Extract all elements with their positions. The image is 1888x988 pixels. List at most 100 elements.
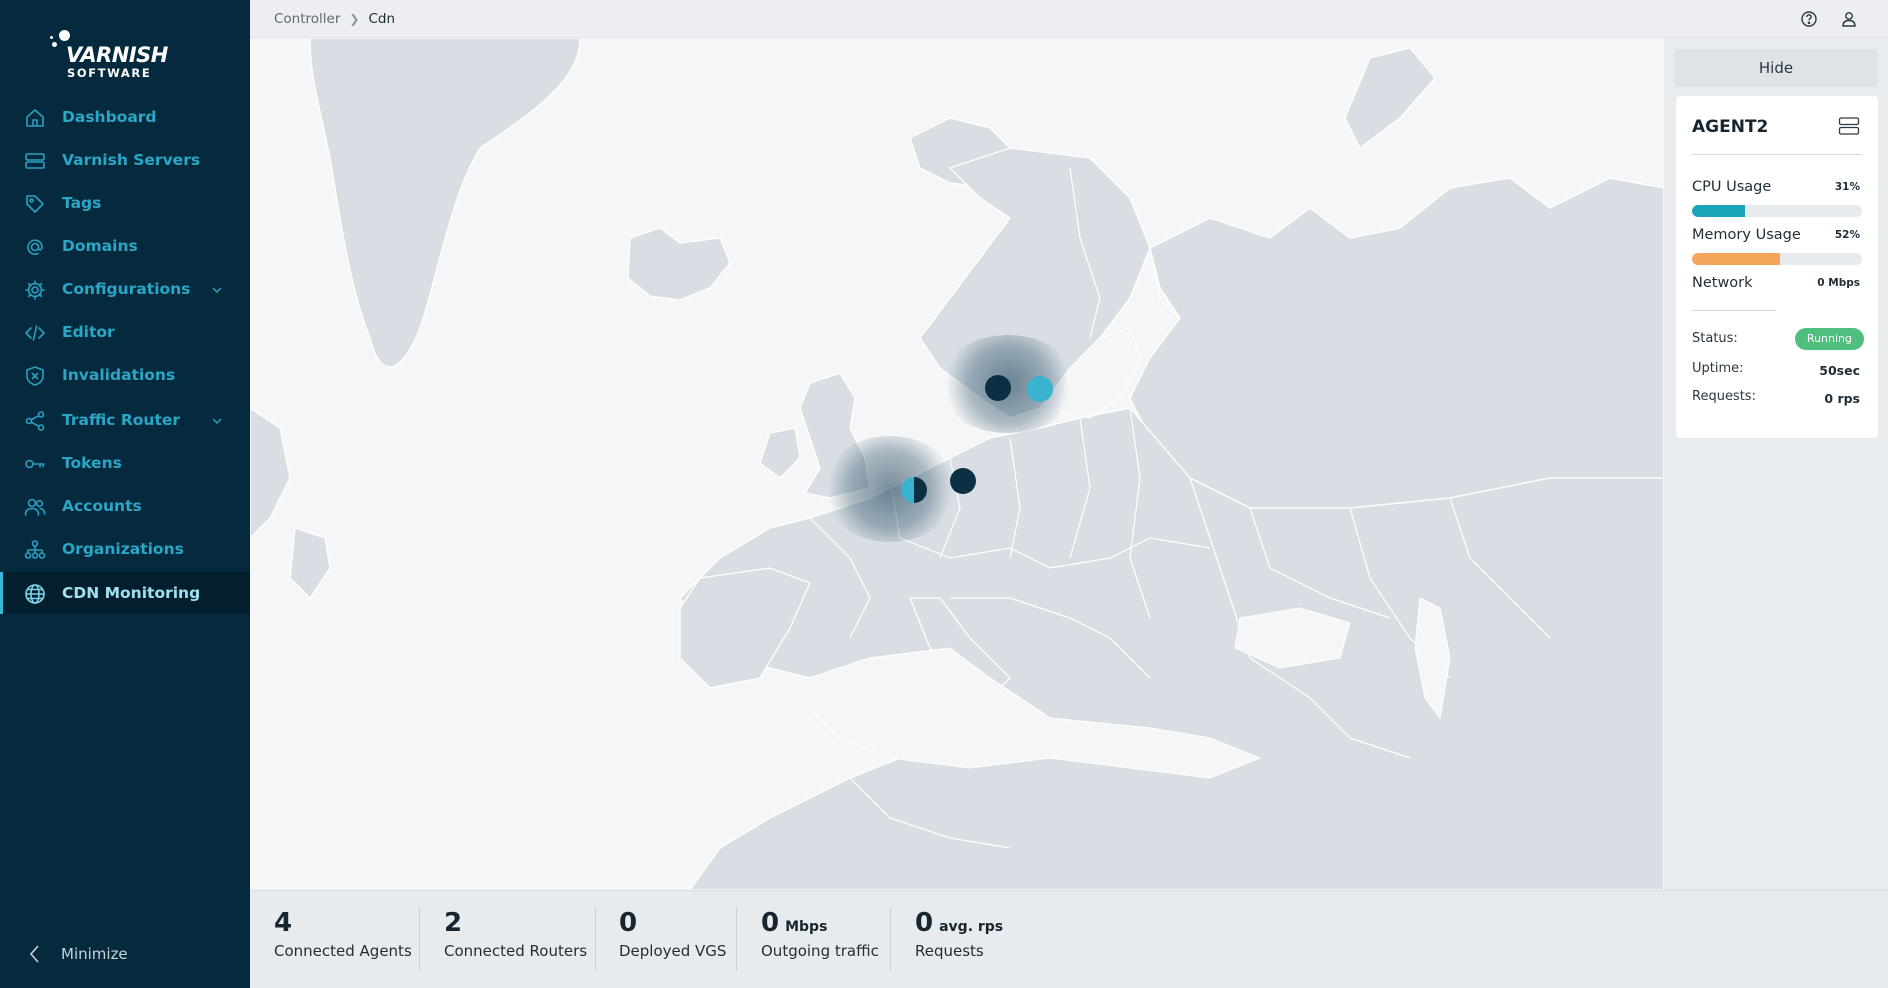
breadcrumb-controller[interactable]: Controller — [274, 10, 340, 28]
stat-deployed-vgs: 0 Deployed VGS — [619, 907, 726, 961]
varnish-logo[interactable]: VARNISH SOFTWARE — [50, 28, 168, 80]
sidebar-item-label: Dashboard — [62, 108, 157, 126]
divider — [595, 907, 596, 971]
sidebar-item-configurations[interactable]: Configurations — [0, 268, 250, 310]
sidebar-item-tags[interactable]: Tags — [0, 182, 250, 224]
uptime-label: Uptime: — [1692, 361, 1744, 376]
stat-value: 0 — [915, 908, 934, 938]
chevron-down-icon — [210, 413, 224, 427]
cdn-map[interactable] — [250, 38, 1664, 890]
stat-value: 0 — [619, 908, 638, 938]
sidebar-item-traffic-router[interactable]: Traffic Router — [0, 399, 250, 441]
sidebar-item-varnish-servers[interactable]: Varnish Servers — [0, 139, 250, 181]
stat-connected-routers: 2 Connected Routers — [444, 907, 587, 961]
code-icon — [24, 322, 46, 344]
sidebar-item-label: Accounts — [62, 497, 142, 515]
breadcrumb: Controller ❯ Cdn — [274, 10, 395, 28]
sidebar-item-editor[interactable]: Editor — [0, 311, 250, 353]
cpu-usage-value: 31% — [1834, 181, 1860, 193]
at-icon — [24, 236, 46, 258]
agent-details-panel: Hide AGENT2 CPU Usage 31% Memory Usage 5… — [1664, 38, 1888, 890]
cpu-usage-label: CPU Usage — [1692, 179, 1772, 195]
minimize-button[interactable]: Minimize — [0, 934, 250, 974]
requests-label: Requests: — [1692, 389, 1756, 404]
agent-name: AGENT2 — [1692, 117, 1769, 137]
key-icon — [24, 453, 46, 475]
sidebar: VARNISH SOFTWARE Dashboard Varnish Serve… — [0, 0, 250, 988]
stat-value: 0 — [761, 908, 780, 938]
user-icon[interactable] — [1840, 10, 1858, 28]
stat-unit: avg. rps — [939, 919, 1004, 935]
help-icon[interactable] — [1800, 10, 1818, 28]
logo-sub-text: SOFTWARE — [67, 66, 152, 80]
sidebar-item-dashboard[interactable]: Dashboard — [0, 96, 250, 138]
users-icon — [24, 496, 46, 518]
memory-usage-label: Memory Usage — [1692, 227, 1801, 243]
agent-marker[interactable] — [950, 468, 976, 494]
chevron-down-icon — [210, 282, 224, 296]
sidebar-item-label: Traffic Router — [62, 411, 181, 429]
org-icon — [24, 539, 46, 561]
home-icon — [24, 107, 46, 129]
sidebar-item-label: Domains — [62, 237, 138, 255]
gear-icon — [24, 279, 46, 301]
sidebar-item-invalidations[interactable]: Invalidations — [0, 354, 250, 396]
cpu-usage-bar-fill — [1692, 205, 1745, 217]
stat-caption: Connected Routers — [444, 942, 588, 960]
logo-brand-text: VARNISH — [66, 43, 168, 67]
divider — [890, 907, 891, 971]
sidebar-item-tokens[interactable]: Tokens — [0, 442, 250, 484]
sidebar-item-label: Varnish Servers — [62, 151, 201, 169]
agent-marker[interactable] — [985, 375, 1011, 401]
stat-value: 4 — [274, 908, 293, 938]
cdn-stats-bar: 4 Connected Agents 2 Connected Routers 0… — [250, 890, 1888, 988]
agent-card: AGENT2 CPU Usage 31% Memory Usage 52% Ne… — [1676, 96, 1878, 438]
memory-usage-value: 52% — [1834, 229, 1860, 241]
divider — [736, 907, 737, 971]
stat-requests: 0 avg. rps Requests — [915, 907, 1003, 961]
divider — [419, 907, 420, 971]
tag-icon — [24, 193, 46, 215]
stat-caption: Outgoing traffic — [761, 942, 879, 960]
sidebar-item-accounts[interactable]: Accounts — [0, 485, 250, 527]
breadcrumb-separator-icon: ❯ — [349, 12, 360, 26]
sidebar-item-label: CDN Monitoring — [62, 584, 201, 602]
hide-button[interactable]: Hide — [1674, 49, 1878, 87]
network-label: Network — [1692, 275, 1753, 291]
sidebar-item-domains[interactable]: Domains — [0, 225, 250, 267]
sidebar-item-cdn-monitoring[interactable]: CDN Monitoring — [0, 572, 250, 614]
sidebar-item-organizations[interactable]: Organizations — [0, 528, 250, 570]
server-icon — [24, 150, 46, 172]
stat-caption: Deployed VGS — [619, 942, 727, 960]
sidebar-item-label: Configurations — [62, 280, 191, 298]
sidebar-item-label: Editor — [62, 323, 115, 341]
shield-icon — [24, 365, 46, 387]
stat-connected-agents: 4 Connected Agents — [274, 907, 412, 961]
divider — [1692, 310, 1776, 311]
status-label: Status: — [1692, 331, 1738, 346]
chevron-left-icon — [26, 943, 44, 965]
stat-outgoing-traffic: 0 Mbps Outgoing traffic — [761, 907, 879, 961]
stat-unit: Mbps — [785, 919, 828, 935]
requests-value: 0 rps — [1824, 391, 1860, 406]
stat-caption: Requests — [915, 942, 984, 960]
sidebar-item-label: Tokens — [62, 454, 122, 472]
agent-marker-selected[interactable] — [1027, 376, 1053, 402]
sidebar-item-label: Organizations — [62, 540, 184, 558]
memory-usage-bar-fill — [1692, 253, 1781, 265]
share-icon — [24, 410, 46, 432]
agent-marker-split[interactable] — [901, 477, 927, 503]
sidebar-item-label: Tags — [62, 194, 102, 212]
minimize-label: Minimize — [61, 945, 128, 963]
top-bar: Controller ❯ Cdn — [250, 0, 1888, 38]
server-icon[interactable] — [1838, 116, 1860, 136]
status-badge: Running — [1794, 328, 1864, 350]
breadcrumb-current: Cdn — [368, 11, 396, 27]
cpu-usage-bar — [1692, 205, 1862, 217]
stat-value: 2 — [444, 908, 463, 938]
marker-glow — [822, 436, 958, 542]
uptime-value: 50sec — [1819, 363, 1860, 378]
sidebar-item-label: Invalidations — [62, 366, 176, 384]
memory-usage-bar — [1692, 253, 1862, 265]
stat-caption: Connected Agents — [274, 942, 412, 960]
